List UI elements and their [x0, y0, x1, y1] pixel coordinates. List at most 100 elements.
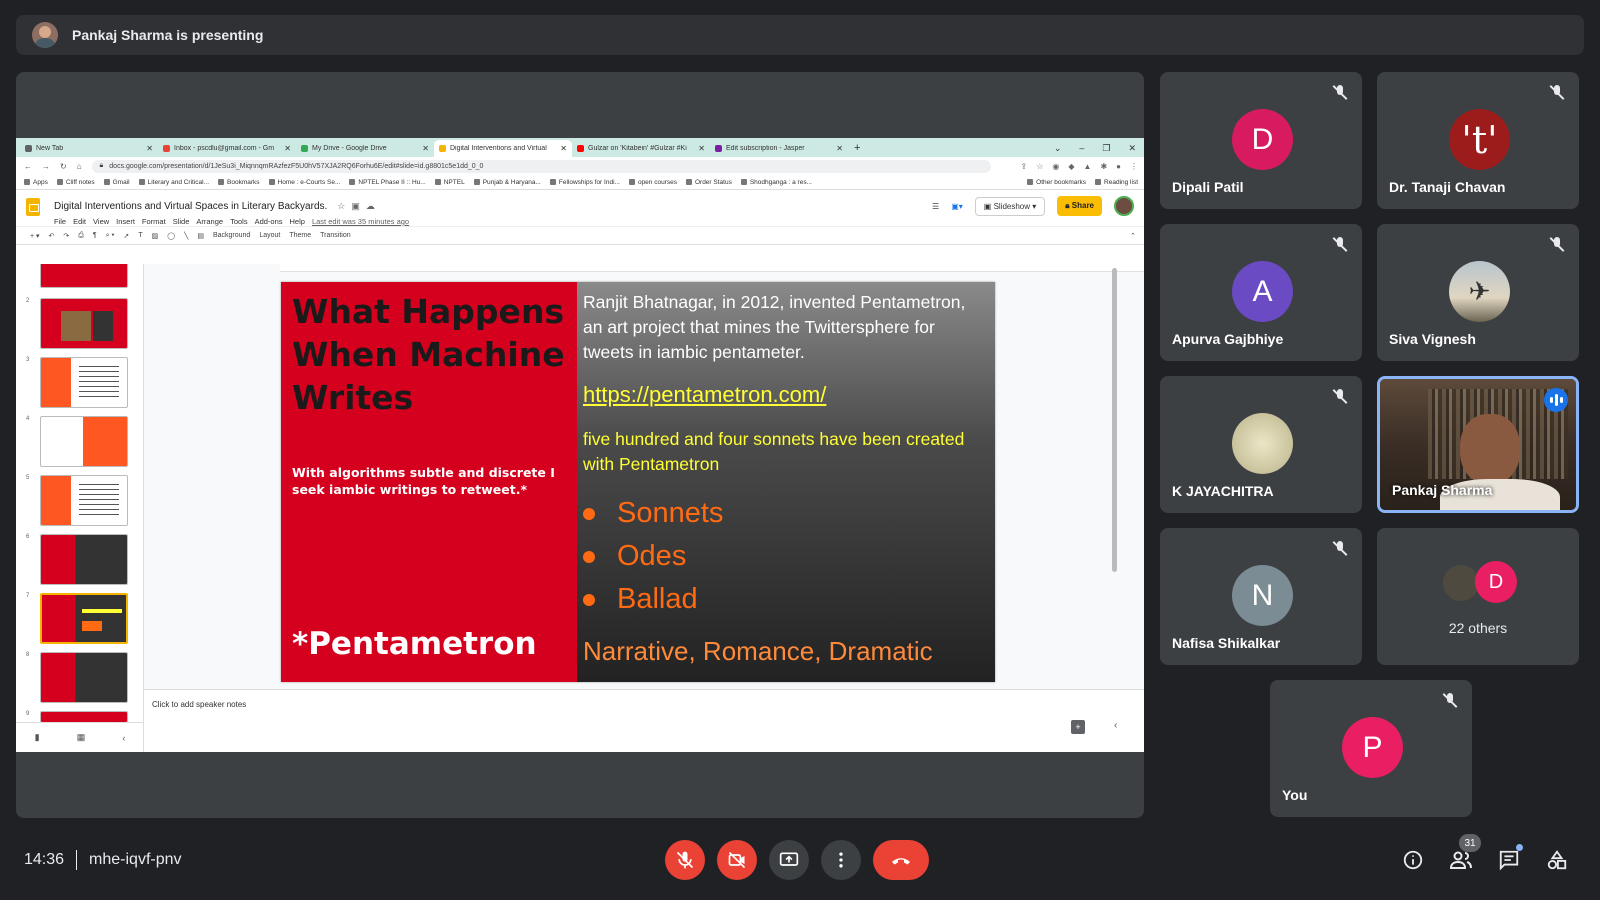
self-tile[interactable]: P You [1270, 680, 1472, 817]
browser-tab[interactable]: Gulzar on 'Kitabein' #Gulzar #Ki ✕ [572, 140, 710, 157]
menu-file[interactable]: File [54, 217, 66, 226]
tab-close-icon[interactable]: ✕ [422, 144, 429, 153]
undo-icon[interactable]: ↶ [49, 232, 55, 240]
meet-icon[interactable]: ▣▾ [951, 202, 963, 211]
comments-icon[interactable]: ☰ [932, 202, 939, 211]
browser-tab[interactable]: New Tab ✕ [20, 140, 158, 157]
minimize-icon[interactable]: – [1079, 143, 1084, 154]
menu-addons[interactable]: Add-ons [255, 217, 283, 226]
slide-thumbnail[interactable] [40, 298, 128, 349]
share-icon[interactable]: ⇪ [1021, 162, 1028, 171]
share-button[interactable]: 🔒︎ Share [1057, 196, 1102, 216]
shape-icon[interactable]: ◯ [167, 232, 175, 240]
bookmark-item[interactable]: Fellowships for Indi... [549, 179, 620, 186]
restore-icon[interactable]: ❐ [1102, 143, 1110, 154]
slide-thumbnail[interactable] [40, 475, 128, 526]
menu-insert[interactable]: Insert [116, 217, 135, 226]
slides-logo-icon[interactable] [26, 198, 40, 216]
camera-toggle-button[interactable] [717, 840, 757, 880]
image-icon[interactable]: ▨ [152, 232, 159, 240]
bookmark-item[interactable]: Apps [24, 179, 48, 186]
slideshow-button[interactable]: ▣ Slideshow ▾ [974, 196, 1046, 216]
participant-tile[interactable]: ✈ Siva Vignesh [1377, 224, 1579, 361]
move-folder-icon[interactable]: ▣ [351, 201, 366, 211]
account-avatar[interactable] [1114, 196, 1134, 216]
meeting-details-button[interactable] [1395, 842, 1431, 878]
new-tab-icon[interactable]: + [854, 142, 860, 154]
zoom-icon[interactable]: ⌕ ▾ [106, 232, 115, 240]
tab-close-icon[interactable]: ✕ [146, 144, 153, 153]
slide-thumbnail[interactable] [40, 357, 128, 408]
menu-slide[interactable]: Slide [173, 217, 190, 226]
slide-thumbnail[interactable] [40, 416, 128, 467]
more-options-button[interactable] [821, 840, 861, 880]
bookmark-item[interactable]: Punjab & Haryana... [473, 179, 541, 186]
profile-icon[interactable]: ● [1116, 162, 1121, 171]
participant-tile-speaking[interactable]: Pankaj Sharma [1377, 376, 1579, 513]
toolbar-layout[interactable]: Layout [259, 232, 280, 239]
participant-tile[interactable]: A Apurva Gajbhiye [1160, 224, 1362, 361]
extension-icon[interactable]: ◆ [1068, 162, 1074, 171]
browser-tab-active[interactable]: Digital Interventions and Virtual ✕ [434, 140, 572, 157]
toolbar-background[interactable]: Background [213, 232, 250, 239]
bookmark-item[interactable]: NPTEL [434, 179, 465, 186]
bookmark-item[interactable]: NPTEL Phase II :: Hu... [349, 179, 426, 186]
explore-icon[interactable]: + [1071, 720, 1085, 734]
participant-tile[interactable]: D Dipali Patil [1160, 72, 1362, 209]
bookmark-item[interactable]: Reading list [1095, 179, 1144, 186]
mic-toggle-button[interactable] [665, 840, 705, 880]
menu-arrange[interactable]: Arrange [196, 217, 223, 226]
canvas-scrollbar[interactable] [1112, 268, 1117, 572]
close-window-icon[interactable]: ✕ [1128, 143, 1136, 154]
present-now-button[interactable] [769, 840, 809, 880]
menu-icon[interactable]: ⋮ [1130, 162, 1138, 171]
forward-icon[interactable]: → [42, 162, 50, 171]
menu-view[interactable]: View [93, 217, 109, 226]
menu-edit[interactable]: Edit [73, 217, 86, 226]
extension-icon[interactable]: ◉ [1052, 162, 1059, 171]
textbox-icon[interactable]: T [138, 232, 142, 239]
toolbar-theme[interactable]: Theme [289, 232, 311, 239]
bookmark-item[interactable]: Literary and Critical... [138, 179, 209, 186]
bookmark-item[interactable]: Shodhganga : a res... [740, 179, 812, 186]
line-icon[interactable]: ╲ [184, 232, 188, 240]
bookmark-item[interactable]: Order Status [685, 179, 732, 186]
comment-icon[interactable]: ▤ [197, 232, 204, 240]
slide-link[interactable]: https://pentametron.com/ [583, 382, 826, 408]
slide-thumbnail[interactable] [40, 264, 128, 288]
puzzle-icon[interactable]: ✱ [1100, 162, 1107, 171]
menu-format[interactable]: Format [142, 217, 166, 226]
tab-search-icon[interactable]: ⌄ [1054, 143, 1062, 154]
participant-tile[interactable]: 't' Dr. Tanaji Chavan [1377, 72, 1579, 209]
menu-help[interactable]: Help [290, 217, 305, 226]
select-icon[interactable]: ➚ [123, 232, 129, 240]
bookmark-item[interactable]: Home : e-Courts Se... [268, 179, 340, 186]
leave-call-button[interactable] [873, 840, 929, 880]
extension-icon[interactable]: ▲ [1084, 162, 1092, 171]
chat-button[interactable] [1491, 842, 1527, 878]
new-slide-icon[interactable]: + ▾ [30, 232, 40, 240]
bookmark-item[interactable]: Bookmarks [218, 179, 260, 186]
redo-icon[interactable]: ↷ [63, 232, 69, 240]
speaker-notes[interactable]: Click to add speaker notes + ‹ [144, 689, 1144, 752]
last-edit-link[interactable]: Last edit was 35 minutes ago [312, 217, 409, 226]
others-tile[interactable]: D 22 others [1377, 528, 1579, 665]
bookmark-item[interactable]: Cliff notes [56, 179, 95, 186]
activities-button[interactable] [1539, 842, 1575, 878]
current-slide[interactable]: What Happens When Machine Writes With al… [281, 282, 995, 682]
collapse-icon[interactable]: ⌃ [1130, 232, 1144, 240]
document-title[interactable]: Digital Interventions and Virtual Spaces… [54, 201, 327, 212]
tab-close-icon[interactable]: ✕ [560, 144, 567, 153]
browser-tab[interactable]: Inbox - pscdlu@gmail.com - Gm ✕ [158, 140, 296, 157]
people-button[interactable]: 31 [1443, 834, 1481, 878]
paint-format-icon[interactable]: ¶ [93, 232, 97, 239]
slide-thumbnail[interactable] [40, 534, 128, 585]
bookmark-item[interactable]: Other bookmarks [1027, 179, 1086, 186]
collapse-panel-icon[interactable]: ‹ [122, 733, 125, 743]
filmstrip-view-icon[interactable]: ▮ [35, 732, 40, 743]
tab-close-icon[interactable]: ✕ [284, 144, 291, 153]
bookmark-item[interactable]: open courses [628, 179, 677, 186]
home-icon[interactable]: ⌂ [77, 162, 82, 171]
bookmark-item[interactable]: Gmail [103, 179, 130, 186]
url-field[interactable]: 🔒︎ docs.google.com/presentation/d/1JeSu3i… [91, 159, 991, 173]
